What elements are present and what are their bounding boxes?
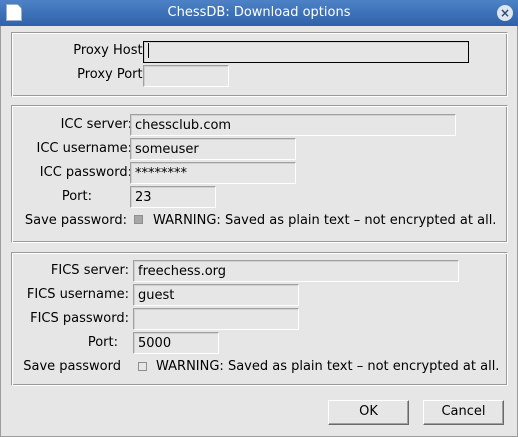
proxy-port-input[interactable] [143, 65, 229, 87]
fics-server-input[interactable]: freechess.org [133, 260, 459, 282]
icc-password-input[interactable]: ******** [130, 162, 296, 184]
icc-username-label: ICC username: [36, 141, 133, 156]
proxy-host-input[interactable] [143, 41, 469, 63]
fics-server-label: FICS server: [50, 263, 129, 278]
window-title: ChessDB: Download options [167, 5, 351, 20]
fics-port-input[interactable]: 5000 [133, 332, 219, 354]
fics-save-password-label: Save password [23, 359, 121, 374]
fics-group: FICS server: freechess.org FICS username… [11, 252, 508, 386]
fics-port-label: Port: [87, 335, 118, 350]
proxy-group: Proxy Host: Proxy Port: [11, 32, 508, 97]
fics-username-label: FICS username: [26, 287, 129, 302]
proxy-port-label: Proxy Port: [77, 67, 147, 82]
fics-save-password-checkbox[interactable] [138, 362, 147, 371]
download-options-dialog: Proxy Host: Proxy Port: ICC server: ches… [0, 26, 518, 437]
fics-username-input[interactable]: guest [133, 284, 299, 306]
ok-button[interactable]: OK [328, 400, 409, 425]
cancel-button[interactable]: Cancel [423, 400, 504, 425]
close-icon[interactable]: × [497, 5, 513, 21]
icc-save-password-checkbox[interactable] [134, 215, 143, 224]
icc-username-input[interactable]: someuser [130, 138, 296, 160]
icc-server-input[interactable]: chessclub.com [130, 114, 456, 136]
fics-password-input[interactable] [133, 308, 299, 330]
icc-port-input[interactable]: 23 [130, 186, 216, 208]
icc-warning-text: WARNING: Saved as plain text – not encry… [153, 213, 497, 228]
fics-password-label: FICS password: [30, 311, 129, 326]
icc-port-label: Port: [61, 189, 92, 204]
icc-password-label: ICC password: [39, 165, 132, 180]
proxy-host-label: Proxy Host: [73, 43, 147, 58]
icc-server-label: ICC server: [60, 117, 132, 132]
icc-group: ICC server: chessclub.com ICC username: … [11, 105, 508, 243]
title-bar[interactable]: ChessDB: Download options × [0, 0, 518, 27]
fics-warning-text: WARNING: Saved as plain text – not encry… [156, 359, 500, 374]
icc-save-password-label: Save password: [24, 213, 127, 228]
